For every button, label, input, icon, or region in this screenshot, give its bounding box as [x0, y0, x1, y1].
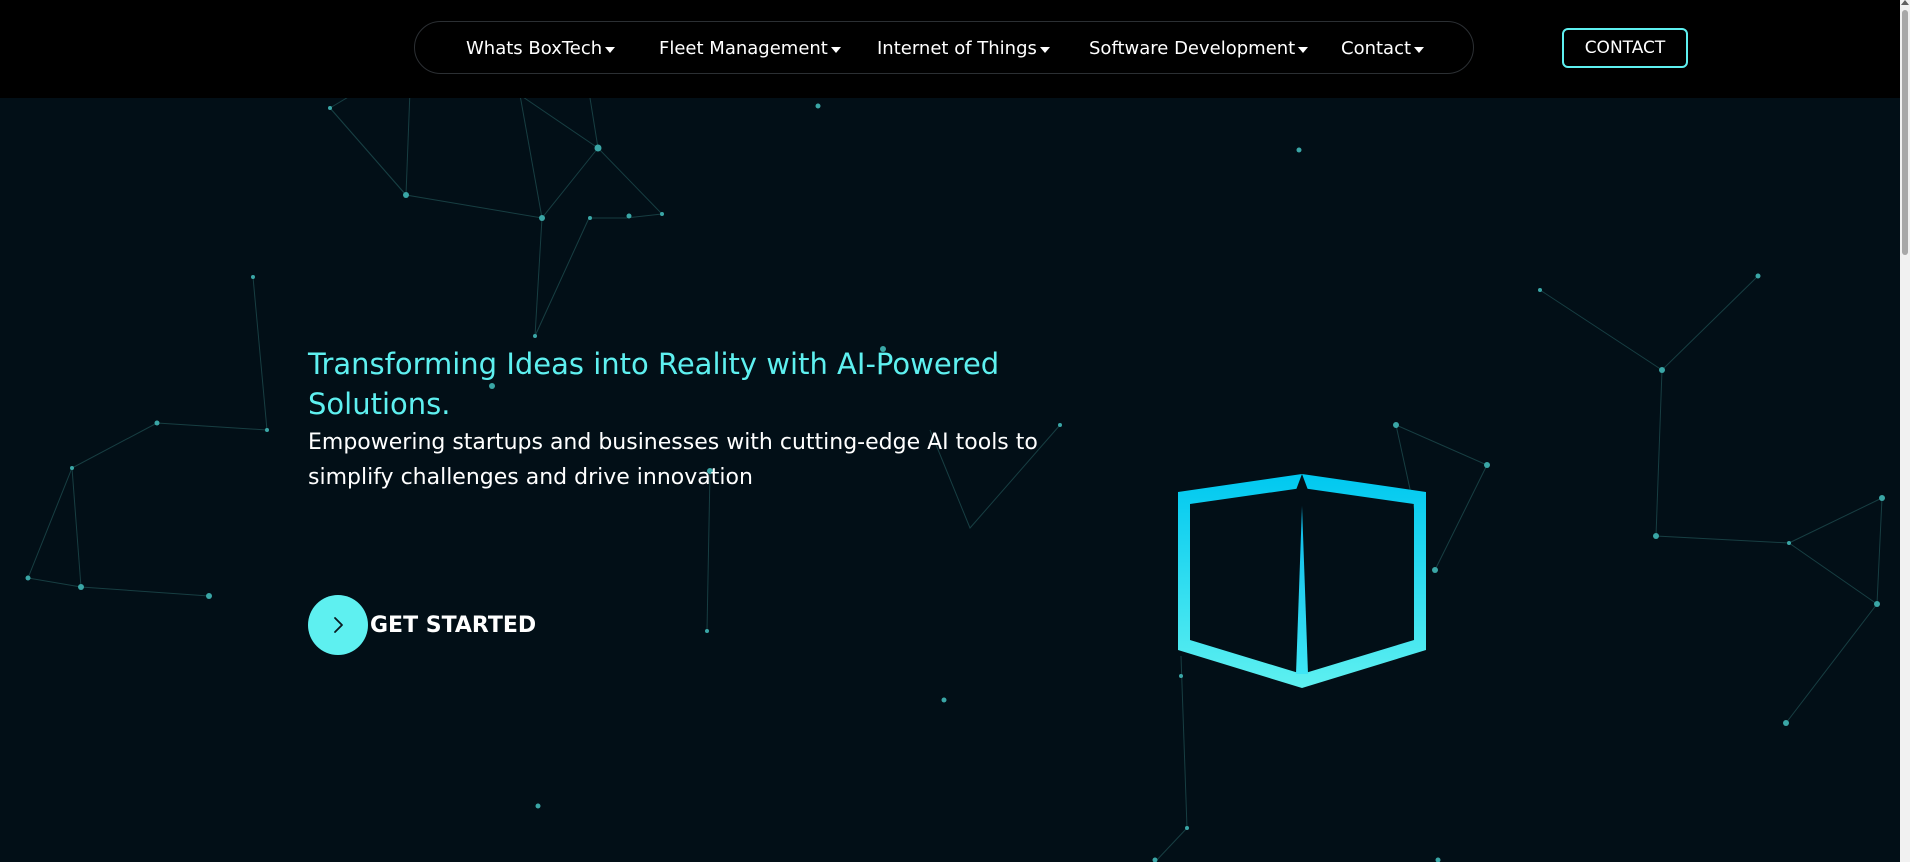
- caret-down-icon: [1039, 47, 1050, 53]
- nav-item-fleet-management[interactable]: Fleet Management: [659, 22, 841, 75]
- caret-down-icon: [830, 47, 841, 53]
- nav-item-label: Internet of Things: [877, 38, 1037, 59]
- chevron-right-icon: [334, 617, 343, 633]
- nav-item-software-development[interactable]: Software Development: [1089, 22, 1309, 75]
- hero-title: Transforming Ideas into Reality with AI-…: [308, 347, 1000, 421]
- nav-item-label: Contact: [1341, 38, 1412, 59]
- page-scrollbar[interactable]: [1900, 0, 1910, 862]
- nav-item-whats-boxtech[interactable]: Whats BoxTech: [466, 22, 616, 75]
- get-started-label: GET STARTED: [370, 612, 537, 638]
- nav-item-internet-of-things[interactable]: Internet of Things: [877, 22, 1050, 75]
- nav-item-label: Fleet Management: [659, 38, 828, 59]
- nav-item-label: Whats BoxTech: [466, 38, 603, 59]
- contact-button[interactable]: CONTACT: [1562, 28, 1688, 68]
- scrollbar-thumb[interactable]: [1902, 10, 1908, 255]
- scroll-up-arrow-icon[interactable]: [1901, 0, 1909, 5]
- main-nav: Whats BoxTech Fleet Management Internet …: [414, 21, 1474, 74]
- page: Whats BoxTech Fleet Management Internet …: [0, 0, 1910, 862]
- cta-circle[interactable]: [308, 595, 368, 655]
- caret-down-icon: [605, 47, 616, 53]
- get-started-button[interactable]: GET STARTED: [308, 595, 536, 655]
- nav-item-contact[interactable]: Contact: [1341, 22, 1425, 75]
- hero-subtitle: Empowering startups and businesses with …: [308, 430, 1038, 490]
- nav-item-label: Software Development: [1089, 38, 1296, 59]
- caret-down-icon: [1298, 47, 1309, 53]
- boxtech-cube-logo-icon: [1178, 474, 1426, 688]
- caret-down-icon: [1414, 47, 1425, 53]
- site-header: Whats BoxTech Fleet Management Internet …: [0, 0, 1900, 98]
